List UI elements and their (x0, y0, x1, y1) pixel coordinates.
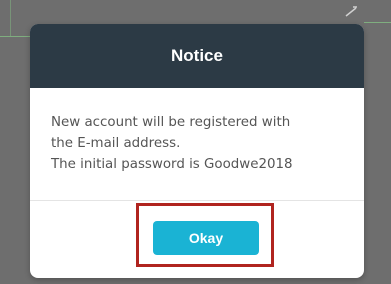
dialog-header: Notice (30, 24, 364, 88)
background-line (10, 0, 11, 36)
message-line: New account will be registered with (51, 115, 291, 130)
dialog-divider (30, 200, 364, 201)
message-line: the E-mail address. (51, 136, 181, 151)
background-line (0, 36, 30, 37)
dialog-message: New account will be registered with the … (30, 88, 364, 195)
message-line: The initial password is Goodwe2018 (51, 157, 293, 172)
highlight-annotation (136, 203, 274, 267)
dialog-title: Notice (171, 46, 223, 65)
background-line (364, 22, 391, 23)
background-stroke-icon (345, 6, 357, 17)
